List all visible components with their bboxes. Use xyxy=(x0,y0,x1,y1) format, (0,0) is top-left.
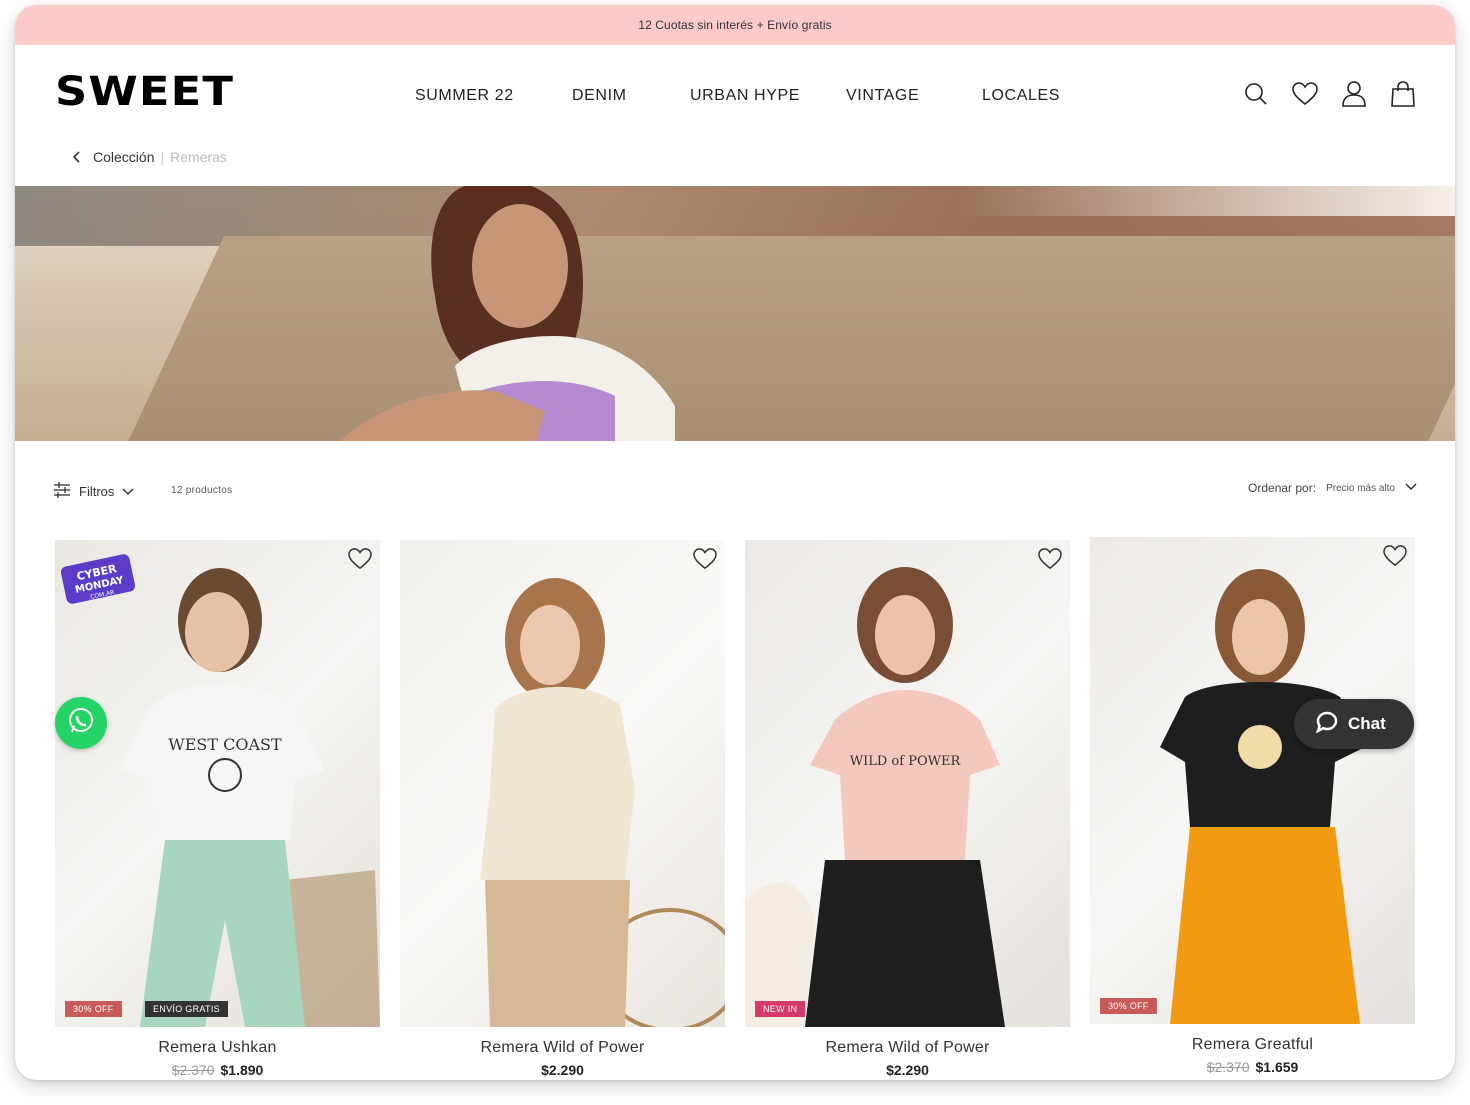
product-price: $2.290 xyxy=(745,1062,1070,1078)
product-card[interactable]: Remera Wild of Power $2.290 xyxy=(400,540,725,1078)
old-price: $2.370 xyxy=(1206,1059,1250,1075)
search-icon[interactable] xyxy=(1241,79,1270,108)
heart-icon[interactable] xyxy=(1038,548,1062,572)
bag-icon[interactable] xyxy=(1388,79,1417,108)
product-price: $2.290 xyxy=(400,1062,725,1078)
nav-item-urban-hype[interactable]: URBAN HYPE xyxy=(690,87,800,105)
nav-item-denim[interactable]: DENIM xyxy=(572,87,627,105)
current-price: $1.890 xyxy=(220,1062,264,1078)
product-name[interactable]: Remera Wild of Power xyxy=(745,1039,1070,1057)
header-icons xyxy=(1241,79,1417,108)
discount-badge: 30% OFF xyxy=(65,1001,122,1017)
new-in-badge: NEW IN xyxy=(755,1001,806,1017)
sort-label: Ordenar por: xyxy=(1248,481,1317,495)
main-nav: SUMMER 22 DENIM URBAN HYPE VINTAGE LOCAL… xyxy=(15,87,1455,107)
product-image[interactable]: WEST COAST CYBER MONDAY .COM.AR 30% OFF … xyxy=(55,540,380,1027)
breadcrumb-parent[interactable]: Colección xyxy=(93,149,154,165)
current-price: $1.659 xyxy=(1255,1059,1299,1075)
user-icon[interactable] xyxy=(1339,79,1368,108)
site-header: SWEET SUMMER 22 DENIM URBAN HYPE VINTAGE… xyxy=(15,45,1455,140)
discount-badge: 30% OFF xyxy=(1100,998,1157,1014)
chat-label: Chat xyxy=(1348,714,1386,733)
nav-item-summer22[interactable]: SUMMER 22 xyxy=(415,87,514,105)
whatsapp-icon xyxy=(66,706,96,741)
sort-value: Precio más alto xyxy=(1326,482,1395,494)
breadcrumb-separator: | xyxy=(160,149,165,165)
product-image[interactable]: 30% OFF xyxy=(1090,537,1415,1024)
old-price: $2.370 xyxy=(171,1062,215,1078)
whatsapp-button[interactable] xyxy=(55,697,107,749)
breadcrumb: Colección | Remeras xyxy=(73,149,227,165)
hero-background-sky xyxy=(955,186,1455,216)
hero-model-image xyxy=(340,186,675,441)
current-price: $2.290 xyxy=(886,1062,929,1078)
chevron-left-icon[interactable] xyxy=(73,150,87,164)
product-name[interactable]: Remera Ushkan xyxy=(55,1039,380,1057)
heart-icon[interactable] xyxy=(348,548,372,572)
product-price: $2.370 $1.890 xyxy=(55,1062,380,1078)
heart-icon[interactable] xyxy=(693,548,717,572)
heart-icon[interactable] xyxy=(1383,545,1407,569)
chat-bubble-icon xyxy=(1315,711,1338,738)
chevron-down-icon xyxy=(122,484,134,499)
breadcrumb-current: Remeras xyxy=(170,149,227,165)
product-card[interactable]: WILD of POWER NEW IN Remera Wild of Powe… xyxy=(745,540,1070,1078)
sort-dropdown[interactable]: Precio más alto xyxy=(1326,483,1417,494)
hero-banner xyxy=(15,186,1455,441)
free-shipping-badge: ENVÍO GRATIS xyxy=(145,1001,228,1017)
page-frame: 12 Cuotas sin interés + Envío gratis SWE… xyxy=(15,5,1455,1080)
product-model-image: WEST COAST xyxy=(120,568,380,1027)
sliders-icon xyxy=(53,481,71,502)
product-model-image xyxy=(1160,569,1365,1024)
promo-bar: 12 Cuotas sin interés + Envío gratis xyxy=(15,5,1455,45)
product-card[interactable]: WEST COAST CYBER MONDAY .COM.AR 30% OFF … xyxy=(55,540,380,1078)
product-image[interactable]: WILD of POWER NEW IN xyxy=(745,540,1070,1027)
product-name[interactable]: Remera Wild of Power xyxy=(400,1039,725,1057)
promo-text: 12 Cuotas sin interés + Envío gratis xyxy=(638,18,832,32)
current-price: $2.290 xyxy=(541,1062,584,1078)
svg-text:WEST COAST: WEST COAST xyxy=(168,735,282,754)
nav-item-locales[interactable]: LOCALES xyxy=(982,87,1060,105)
cyber-monday-sticker: CYBER MONDAY .COM.AR xyxy=(61,554,135,604)
product-name[interactable]: Remera Greatful xyxy=(1090,1036,1415,1054)
filters-button[interactable]: Filtros xyxy=(53,481,134,502)
heart-icon[interactable] xyxy=(1290,79,1319,108)
nav-item-vintage[interactable]: VINTAGE xyxy=(846,87,919,105)
product-model-image xyxy=(480,578,725,1027)
svg-text:WILD of POWER: WILD of POWER xyxy=(850,754,962,769)
product-count: 12 productos xyxy=(171,485,233,496)
chat-button[interactable]: Chat xyxy=(1294,699,1414,749)
product-card[interactable]: 30% OFF Remera Greatful $2.370 $1.659 xyxy=(1090,537,1415,1075)
product-price: $2.370 $1.659 xyxy=(1090,1059,1415,1075)
product-image[interactable] xyxy=(400,540,725,1027)
product-model-image: WILD of POWER xyxy=(745,567,1005,1027)
chevron-down-icon xyxy=(1405,482,1417,494)
filters-label: Filtros xyxy=(79,484,115,499)
listing-toolbar: Filtros 12 productos Ordenar por: Precio… xyxy=(15,475,1455,505)
sort-control: Ordenar por: Precio más alto xyxy=(1248,481,1417,495)
